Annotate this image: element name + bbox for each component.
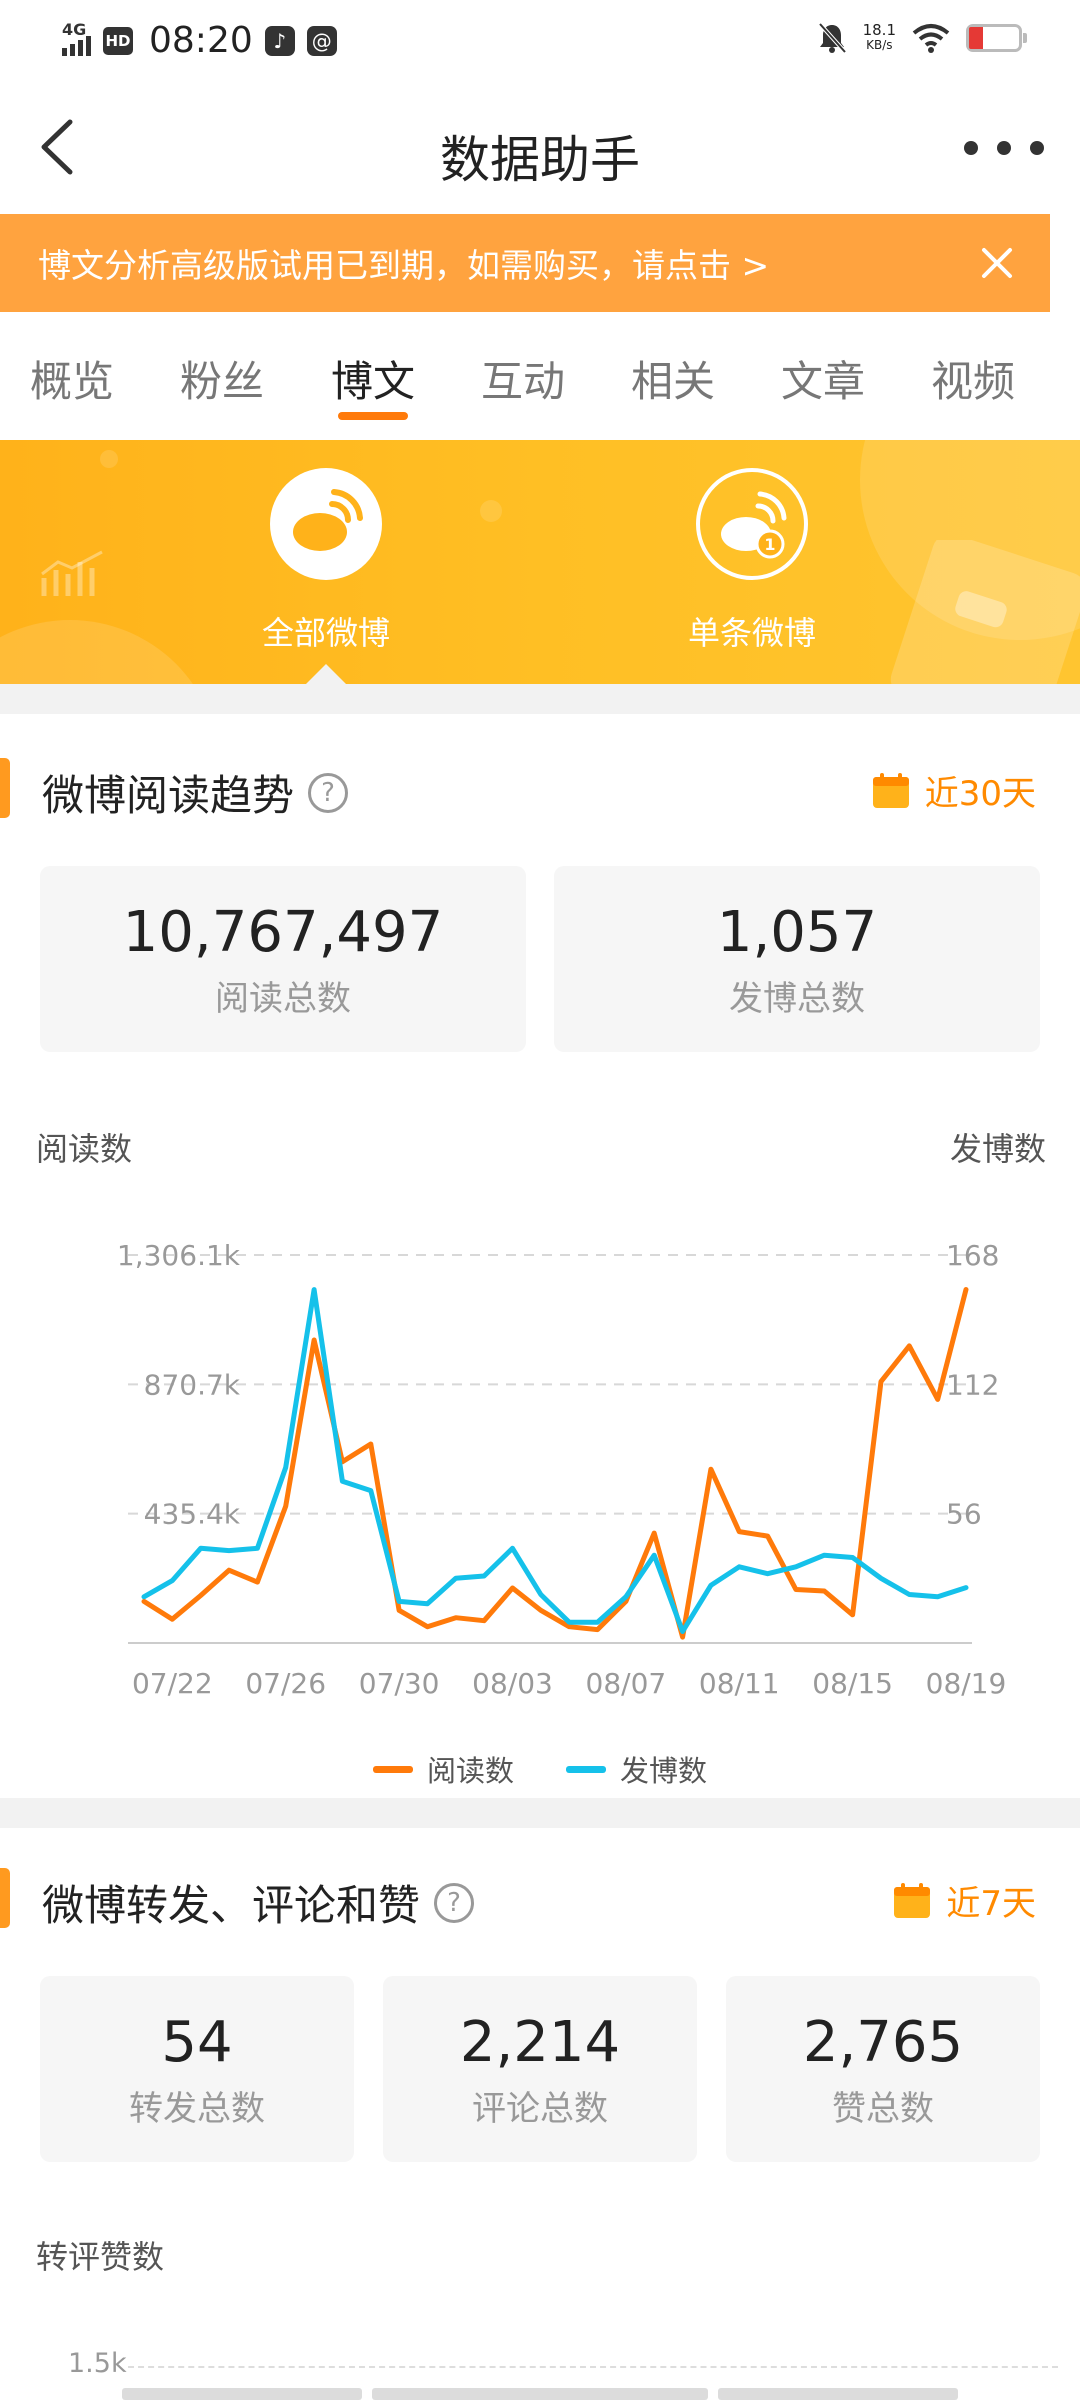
section-divider xyxy=(0,1798,1080,1828)
active-tab-indicator xyxy=(338,412,408,420)
reposts-label: 转发总数 xyxy=(129,2089,265,2129)
interaction-range-selector[interactable]: 近7天 xyxy=(892,1876,1036,1925)
weibo-icon xyxy=(270,468,382,580)
likes-label: 赞总数 xyxy=(832,2089,934,2129)
x-tick-label: 07/30 xyxy=(359,1667,440,1700)
left-axis-title: 阅读数 xyxy=(36,1130,133,1168)
trial-expired-banner[interactable]: 博文分析高级版试用已到期，如需购买，请点击 > xyxy=(0,214,1050,312)
tab-overview[interactable]: 概览 xyxy=(12,348,132,409)
browser-icon: @ xyxy=(306,25,337,56)
tab-bar: 概览 粉丝 博文 互动 相关 文章 视频 xyxy=(0,312,1050,440)
chart-legend: 阅读数 发博数 xyxy=(0,1748,1080,1790)
series-line-reads xyxy=(141,1287,969,1640)
total-posts-label: 发博总数 xyxy=(729,979,865,1019)
cellular-signal-icon: 4G xyxy=(62,20,91,56)
y-left-tick-label: 435.4k xyxy=(144,1498,241,1531)
single-post-option[interactable]: 1 单条微博 xyxy=(652,466,852,654)
reading-trend-chart[interactable]: 435.4k 56 870.7k 112 1,306.1k 168 07/22 07/26 07… xyxy=(0,1200,1080,1720)
x-tick-label: 07/22 xyxy=(132,1667,213,1700)
x-tick-label: 08/11 xyxy=(699,1667,780,1700)
page-title: 数据助手 xyxy=(440,131,640,189)
interaction-gridline xyxy=(128,2366,1058,2368)
right-axis-title: 发博数 xyxy=(949,1130,1046,1168)
status-bar: 4G HD 08:20 ♪ @ 18.1 KB/s 14 xyxy=(0,0,1080,84)
section-accent-bar xyxy=(0,758,10,818)
reposts-value: 54 xyxy=(161,2010,233,2075)
comments-label: 评论总数 xyxy=(472,2089,608,2129)
comments-card: 2,214 评论总数 xyxy=(383,1976,697,2162)
interaction-bar xyxy=(372,2388,708,2400)
chart-decoration-icon xyxy=(41,550,103,596)
svg-text:1: 1 xyxy=(764,535,775,554)
selected-indicator xyxy=(306,664,346,684)
reposts-card: 54 转发总数 xyxy=(40,1976,354,2162)
comments-value: 2,214 xyxy=(459,2010,621,2075)
tab-articles[interactable]: 文章 xyxy=(763,348,883,409)
battery-icon: 14 xyxy=(966,24,1027,52)
x-tick-label: 08/19 xyxy=(926,1667,1007,1700)
tab-posts[interactable]: 博文 xyxy=(313,348,433,409)
interaction-title: 微博转发、评论和赞 ? xyxy=(42,1872,475,1933)
legend-swatch-reads xyxy=(372,1765,413,1773)
total-posts-card: 1,057 发博总数 xyxy=(554,866,1040,1052)
interaction-bar xyxy=(122,2388,362,2400)
calendar-icon xyxy=(894,1882,931,1918)
card-decoration-icon xyxy=(890,540,1080,684)
network-type: 4G xyxy=(62,19,87,39)
section-divider xyxy=(0,684,1080,714)
mute-bell-icon xyxy=(818,22,847,54)
total-reads-value: 10,767,497 xyxy=(122,900,444,965)
nav-bar: 数据助手 xyxy=(0,84,1080,214)
total-reads-label: 阅读总数 xyxy=(215,979,351,1019)
help-icon[interactable]: ? xyxy=(434,1882,475,1923)
y-left-tick-label: 1,306.1k xyxy=(117,1239,241,1272)
legend-posts[interactable]: 发博数 xyxy=(566,1748,707,1790)
x-tick-label: 08/15 xyxy=(812,1667,893,1700)
tab-interaction[interactable]: 互动 xyxy=(463,348,583,409)
tab-related[interactable]: 相关 xyxy=(613,348,733,409)
x-tick-label: 08/07 xyxy=(586,1667,667,1700)
single-post-label: 单条微博 xyxy=(687,614,816,652)
close-icon[interactable] xyxy=(978,244,1016,282)
legend-reads[interactable]: 阅读数 xyxy=(372,1748,514,1790)
y-right-tick-label: 56 xyxy=(946,1498,982,1531)
x-tick-label: 07/26 xyxy=(245,1667,326,1700)
interaction-axis-title: 转评赞数 xyxy=(36,2238,165,2276)
help-icon[interactable]: ? xyxy=(308,772,349,813)
total-posts-value: 1,057 xyxy=(716,900,878,965)
tiktok-icon: ♪ xyxy=(264,25,295,56)
all-posts-option[interactable]: 全部微博 xyxy=(226,466,426,654)
legend-swatch-posts xyxy=(566,1765,606,1773)
more-icon[interactable] xyxy=(964,128,1044,168)
interaction-y-tick: 1.5k xyxy=(68,2348,127,2379)
reading-trend-title: 微博阅读趋势 ? xyxy=(42,762,349,823)
clock: 08:20 xyxy=(149,20,253,61)
hd-icon: HD xyxy=(103,26,133,55)
banner-text[interactable]: 博文分析高级版试用已到期，如需购买，请点击 > xyxy=(38,239,769,287)
tab-videos[interactable]: 视频 xyxy=(913,348,1033,409)
interaction-bar xyxy=(718,2388,958,2400)
x-tick-label: 08/03 xyxy=(472,1667,553,1700)
reading-range-selector[interactable]: 近30天 xyxy=(871,766,1036,815)
likes-card: 2,765 赞总数 xyxy=(726,1976,1040,2162)
total-reads-card: 10,767,497 阅读总数 xyxy=(40,866,526,1052)
tab-fans[interactable]: 粉丝 xyxy=(162,348,282,409)
likes-value: 2,765 xyxy=(802,2010,964,2075)
single-weibo-icon: 1 xyxy=(696,468,808,580)
y-left-tick-label: 870.7k xyxy=(144,1368,241,1401)
section-accent-bar xyxy=(0,1868,10,1928)
y-right-tick-label: 112 xyxy=(946,1368,999,1401)
series-line-posts xyxy=(141,1287,969,1634)
y-right-tick-label: 168 xyxy=(946,1239,999,1272)
wifi-icon xyxy=(912,24,950,53)
network-speed: 18.1 KB/s xyxy=(862,21,896,53)
calendar-icon xyxy=(872,772,909,808)
all-posts-label: 全部微博 xyxy=(261,614,390,652)
post-type-selector: 全部微博 1 单条微博 xyxy=(0,440,1080,684)
